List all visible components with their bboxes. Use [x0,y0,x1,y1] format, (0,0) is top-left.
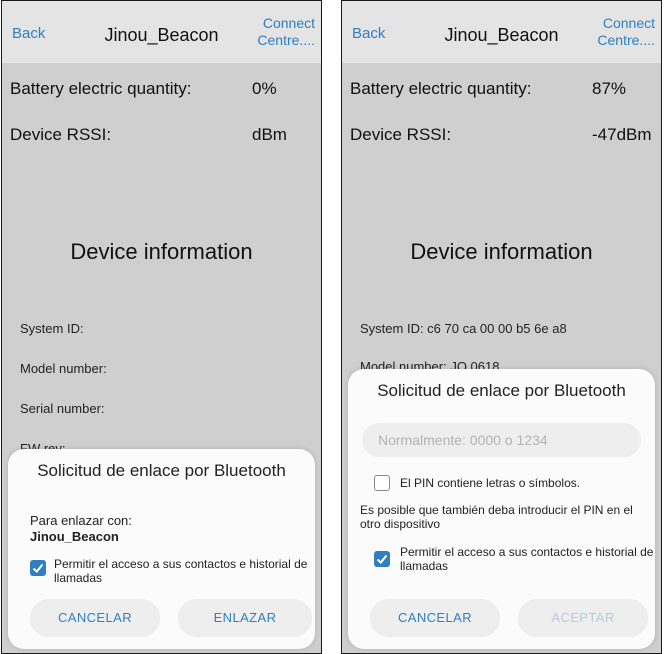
system-id-label: System ID: c6 70 ca 00 00 b5 6e a8 [360,321,567,336]
allow-contacts-label: Permitir el acceso a sus contactos e his… [54,557,308,585]
cancel-button[interactable]: CANCELAR [30,599,160,637]
battery-value: 0% [252,79,277,98]
rssi-label: Device RSSI: [350,125,452,144]
bluetooth-pairing-dialog: Solicitud de enlace por Bluetooth Normal… [348,369,655,649]
accept-button[interactable]: ACEPTAR [518,599,648,637]
dialog-title: Solicitud de enlace por Bluetooth [37,461,286,480]
device-information-heading: Device information [410,239,593,264]
check-icon [32,563,44,573]
app-header: Back Jinou_Beacon ConnectCentre.... [2,1,321,63]
connect-centre-button[interactable]: ConnectCentre.... [257,15,315,49]
phone-screen-left: Back Jinou_Beacon ConnectCentre.... Batt… [1,0,322,654]
pin-letters-checkbox[interactable] [374,475,390,491]
system-id-label: System ID: [20,321,84,336]
bluetooth-pairing-dialog: Solicitud de enlace por Bluetooth Para e… [8,449,315,649]
dialog-title: Solicitud de enlace por Bluetooth [377,381,626,400]
serial-number-label: Serial number: [20,401,105,416]
connect-centre-button[interactable]: ConnectCentre.... [597,15,655,49]
battery-label: Battery electric quantity: [350,79,532,98]
rssi-value: -47dBm [592,125,652,144]
allow-contacts-label: Permitir el acceso a sus contactos e his… [400,545,654,573]
pair-with-label: Para enlazar con: [30,513,132,528]
allow-contacts-checkbox[interactable] [374,551,390,567]
check-icon [376,554,388,564]
battery-value: 87% [592,79,627,98]
device-name: Jinou_Beacon [30,529,119,544]
phone-screen-right: Back Jinou_Beacon ConnectCentre.... Batt… [341,0,662,654]
app-header: Back Jinou_Beacon ConnectCentre.... [342,1,661,63]
pin-note: Es posible que también deba introducir e… [360,503,633,531]
model-number-label: Model number: [20,361,107,376]
pin-input[interactable]: Normalmente: 0000 o 1234 [362,423,641,457]
device-information-heading: Device information [70,239,253,264]
cancel-button[interactable]: CANCELAR [370,599,500,637]
allow-contacts-checkbox[interactable] [30,560,46,576]
pin-letters-label: El PIN contiene letras o símbolos. [400,476,581,490]
pair-button[interactable]: ENLAZAR [178,599,312,637]
rssi-value: dBm [252,125,287,144]
battery-label: Battery electric quantity: [10,79,192,98]
rssi-label: Device RSSI: [10,125,112,144]
